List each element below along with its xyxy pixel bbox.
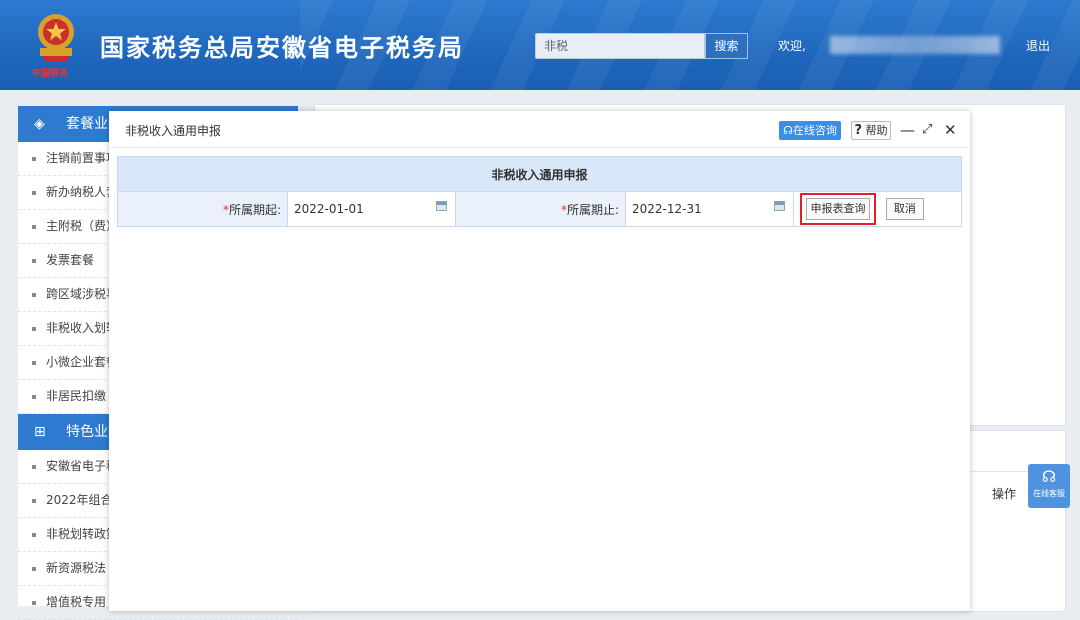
sidebar-item-label: 增值税专用 (46, 595, 107, 609)
sidebar-item-label: 注销前置事项 (46, 151, 119, 165)
sidebar-item-label: 非税划转政策 (46, 527, 119, 541)
bullet-icon (32, 498, 36, 503)
headset-icon: ☊ (783, 124, 793, 137)
calendar-icon[interactable] (774, 201, 785, 211)
bullet-icon (32, 532, 36, 537)
sidebar-item-label: 非税收入划转 (46, 321, 119, 335)
end-period-value: 2022-12-31 (632, 202, 702, 216)
label-text: 所属期止: (566, 202, 619, 217)
form-actions: 申报表查询 取消 (793, 191, 962, 227)
headset-icon: ☊ (1041, 467, 1057, 486)
bullet-icon (32, 326, 36, 331)
label-text: 所属期起: (228, 202, 281, 217)
bullet-icon (32, 190, 36, 195)
dialog-titlebar: 非税收入通用申报 ☊在线咨询 ? 帮助 — ⤢ ✕ (109, 111, 970, 148)
declaration-dialog: 非税收入通用申报 ☊在线咨询 ? 帮助 — ⤢ ✕ 非税收入通用申报 *所属期起… (109, 111, 970, 611)
minimize-icon[interactable]: — (900, 120, 915, 140)
emblem-caption: 中国税务 (32, 69, 69, 79)
sidebar-item-label: 非居民扣缴 (46, 389, 107, 403)
question-icon: ? (854, 123, 863, 138)
search-button[interactable]: 搜索 (705, 33, 748, 59)
logout-link[interactable]: 退出 (1026, 37, 1050, 54)
end-period-label: *所属期止: (455, 191, 626, 227)
online-consult-button[interactable]: ☊在线咨询 (779, 121, 841, 140)
operation-column-header: 操作 (992, 487, 1017, 501)
bullet-icon (32, 292, 36, 297)
bullet-icon (32, 600, 36, 605)
site-header: 国家税务总局安徽省电子税务局 中国税务 非税 搜索 欢迎, 退出 (0, 0, 1080, 90)
sidebar-item-label: 发票套餐 (46, 253, 95, 267)
declaration-form: 非税收入通用申报 *所属期起: 2022-01-01 *所属期止: 2022-1… (117, 156, 962, 227)
layers-icon: ◈ (34, 116, 45, 132)
help-button[interactable]: ? 帮助 (851, 121, 891, 140)
start-period-value: 2022-01-01 (294, 202, 364, 216)
welcome-text: 欢迎, (778, 39, 806, 53)
blurred-username (830, 36, 1000, 54)
bullet-icon (32, 360, 36, 365)
calendar-icon[interactable] (436, 201, 447, 211)
maximize-icon[interactable]: ⤢ (922, 120, 932, 140)
form-caption: 非税收入通用申报 (117, 156, 962, 192)
start-period-field[interactable]: 2022-01-01 (287, 191, 456, 227)
close-icon[interactable]: ✕ (944, 120, 957, 140)
grid-icon: ⊞ (34, 424, 46, 440)
site-title: 国家税务总局安徽省电子税务局 (100, 34, 464, 62)
search-input[interactable]: 非税 (535, 33, 705, 59)
sidebar-item-label: 2022年组合 (46, 493, 113, 507)
sidebar-item-label: 主附税（费） (46, 219, 119, 233)
cancel-button[interactable]: 取消 (885, 198, 924, 220)
service-label: 在线客服 (1033, 489, 1065, 498)
start-period-label: *所属期起: (117, 191, 288, 227)
bullet-icon (32, 566, 36, 571)
end-period-field[interactable]: 2022-12-31 (625, 191, 794, 227)
bullet-icon (32, 156, 36, 161)
dialog-title: 非税收入通用申报 (125, 124, 222, 138)
query-declaration-button[interactable]: 申报表查询 (806, 198, 870, 220)
consult-label: 在线咨询 (792, 124, 837, 137)
bullet-icon (32, 224, 36, 229)
help-label: 帮助 (865, 124, 888, 137)
sidebar-item-label: 新资源税法 (46, 561, 107, 575)
highlight-box: 申报表查询 (800, 193, 876, 225)
bullet-icon (32, 464, 36, 469)
bullet-icon (32, 394, 36, 399)
sidebar-item-label: 小微企业套餐 (46, 355, 119, 369)
bullet-icon (32, 258, 36, 263)
online-service-button[interactable]: ☊ 在线客服 (1028, 464, 1070, 508)
